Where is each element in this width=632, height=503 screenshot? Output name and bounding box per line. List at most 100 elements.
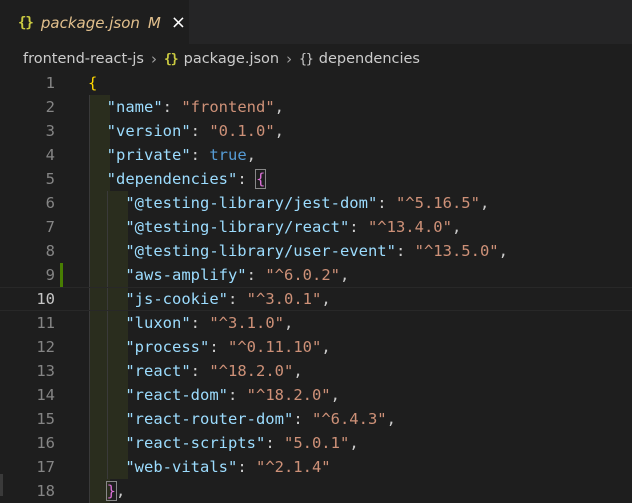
- code-line[interactable]: 7 "@testing-library/react": "^13.4.0",: [0, 215, 632, 239]
- gutter-modified-marker[interactable]: [60, 263, 63, 287]
- token-str: "frontend": [181, 98, 275, 116]
- chevron-right-icon: ›: [150, 50, 157, 68]
- editor-tab-bar: {} package.json M ×: [0, 0, 632, 44]
- token-punc: :: [293, 410, 312, 428]
- line-number: 6: [45, 194, 55, 212]
- code-line[interactable]: 14 "react-dom": "^18.2.0",: [0, 383, 632, 407]
- line-number: 11: [36, 314, 55, 332]
- code-line[interactable]: 6 "@testing-library/jest-dom": "^5.16.5"…: [0, 191, 632, 215]
- token-key: "process": [125, 338, 210, 356]
- line-number: 3: [45, 122, 55, 140]
- token-punc: :: [162, 98, 182, 116]
- code-line[interactable]: 17 "web-vitals": "^2.1.4": [0, 455, 632, 479]
- code-text: {: [88, 71, 97, 95]
- breadcrumb: frontend-react-js › {} package.json › {} d…: [0, 44, 632, 74]
- breadcrumb-symbol[interactable]: {} dependencies: [299, 51, 420, 67]
- token-brace1: {: [88, 74, 98, 92]
- line-number: 16: [36, 434, 55, 452]
- token-key: "react-router-dom": [125, 410, 294, 428]
- line-number: 9: [45, 266, 55, 284]
- code-line[interactable]: 11 "luxon": "^3.1.0",: [0, 311, 632, 335]
- code-line[interactable]: 5 "dependencies": {: [0, 167, 632, 191]
- line-number: 1: [45, 74, 55, 92]
- code-line[interactable]: 16 "react-scripts": "5.0.1",: [0, 431, 632, 455]
- token-str: "^13.4.0": [367, 218, 452, 236]
- object-braces-icon: {}: [299, 52, 314, 67]
- token-punc: ,: [116, 482, 126, 500]
- token-punc: :: [190, 122, 210, 140]
- token-punc: ,: [330, 386, 340, 404]
- code-line[interactable]: 9 "aws-amplify": "^6.0.2",: [0, 263, 632, 287]
- line-number: 15: [36, 410, 55, 428]
- code-line[interactable]: 1{: [0, 71, 632, 95]
- json-braces-icon: {}: [18, 14, 34, 31]
- token-punc: ,: [321, 338, 331, 356]
- token-punc: :: [209, 338, 228, 356]
- breadcrumb-folder[interactable]: frontend-react-js: [23, 51, 144, 67]
- code-text: "web-vitals": "^2.1.4": [88, 455, 330, 479]
- token-punc: ,: [293, 362, 303, 380]
- tab-package-json[interactable]: {} package.json M ×: [0, 0, 189, 44]
- token-punc: :: [349, 218, 368, 236]
- code-line[interactable]: 8 "@testing-library/user-event": "^13.5.…: [0, 239, 632, 263]
- modified-badge: M: [147, 13, 161, 32]
- code-text: "react-router-dom": "^6.4.3",: [88, 407, 396, 431]
- token-str: "^6.4.3": [311, 410, 387, 428]
- chevron-right-icon: ›: [286, 50, 293, 68]
- token-key: "@testing-library/user-event": [125, 242, 396, 260]
- token-punc: ,: [321, 290, 331, 308]
- breadcrumb-file[interactable]: {} package.json: [164, 51, 279, 67]
- token-key: "aws-amplify": [125, 266, 247, 284]
- line-number: 17: [36, 458, 55, 476]
- token-brace2box: }: [105, 481, 118, 501]
- token-brace2box: {: [254, 169, 267, 189]
- token-key: "name": [106, 98, 163, 116]
- token-key: "version": [106, 122, 191, 140]
- token-punc: :: [246, 266, 266, 284]
- token-key: "private": [106, 146, 191, 164]
- close-icon[interactable]: ×: [171, 13, 186, 32]
- code-text: "react-scripts": "5.0.1",: [88, 431, 358, 455]
- token-punc: ,: [283, 314, 294, 332]
- token-punc: ,: [246, 146, 257, 164]
- token-str: "5.0.1": [283, 434, 350, 452]
- code-text: "@testing-library/react": "^13.4.0",: [88, 215, 461, 239]
- code-line[interactable]: 18 },: [0, 479, 632, 503]
- code-line[interactable]: 2 "name": "frontend",: [0, 95, 632, 119]
- token-str: "^18.2.0": [209, 362, 294, 380]
- code-text: "version": "0.1.0",: [88, 119, 284, 143]
- token-punc: :: [237, 458, 256, 476]
- code-line[interactable]: 10 "js-cookie": "^3.0.1",: [0, 287, 632, 311]
- token-str: "^0.11.10": [228, 338, 322, 356]
- token-punc: ,: [274, 98, 285, 116]
- token-str: "^3.1.0": [209, 314, 284, 332]
- line-number: 8: [45, 242, 55, 260]
- token-punc: :: [227, 290, 247, 308]
- tab-title: package.json: [40, 13, 140, 32]
- code-line[interactable]: 15 "react-router-dom": "^6.4.3",: [0, 407, 632, 431]
- code-line[interactable]: 4 "private": true,: [0, 143, 632, 167]
- code-line[interactable]: 12 "process": "^0.11.10",: [0, 335, 632, 359]
- line-number: 2: [45, 98, 55, 116]
- token-punc: :: [227, 386, 247, 404]
- code-text: "aws-amplify": "^6.0.2",: [88, 263, 349, 287]
- code-editor[interactable]: 1{2 "name": "frontend", 3 "version": "0.1…: [0, 71, 632, 503]
- code-text: "private": true,: [88, 143, 256, 167]
- token-punc: :: [190, 146, 210, 164]
- token-punc: :: [265, 434, 284, 452]
- line-number: 10: [36, 290, 55, 308]
- token-bool: true: [209, 146, 247, 164]
- code-line[interactable]: 13 "react": "^18.2.0",: [0, 359, 632, 383]
- token-str: "^5.16.5": [395, 194, 480, 212]
- code-line[interactable]: 3 "version": "0.1.0",: [0, 119, 632, 143]
- token-punc: ,: [386, 410, 396, 428]
- token-punc: ,: [479, 194, 490, 212]
